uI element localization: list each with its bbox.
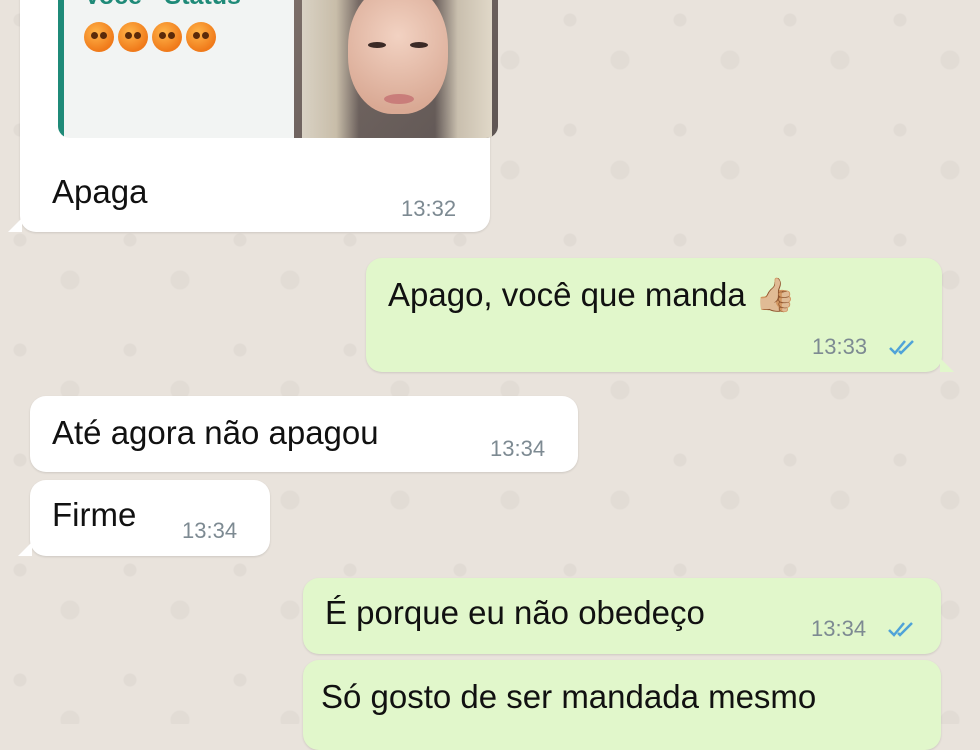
face-illustration — [348, 0, 448, 114]
message-text: Apago, você que manda 👍🏼 — [388, 276, 797, 313]
quoted-status-thumbnail[interactable] — [294, 0, 498, 138]
message-time: 13:34 — [811, 616, 867, 641]
message-bubble-incoming[interactable]: Você • Status Apaga 13:32 — [8, 0, 498, 232]
quote-accent-bar — [58, 0, 64, 138]
message-text: Até agora não apagou — [52, 414, 379, 451]
angry-face-icon — [84, 22, 114, 52]
message-bubble-outgoing[interactable]: Só gosto de ser mandada mesmo — [303, 660, 941, 750]
angry-face-icon — [186, 22, 216, 52]
quoted-author: Você • Status — [84, 0, 241, 11]
message-text: Só gosto de ser mandada mesmo — [321, 678, 817, 715]
angry-face-icon — [118, 22, 148, 52]
message-bubble-outgoing[interactable]: Apago, você que manda 👍🏼 13:33 — [366, 258, 954, 372]
message-text: É porque eu não obedeço — [325, 594, 705, 631]
message-time: 13:32 — [401, 196, 457, 221]
message-text: Firme — [52, 496, 137, 533]
message-time: 13:34 — [490, 436, 546, 461]
message-bubble-outgoing[interactable]: É porque eu não obedeço 13:34 — [303, 578, 941, 654]
double-check-read-icon — [888, 622, 913, 637]
angry-face-icon — [152, 22, 182, 52]
message-time: 13:34 — [182, 518, 238, 543]
message-bubble-incoming[interactable]: Firme 13:34 — [18, 480, 270, 556]
message-time: 13:33 — [812, 334, 868, 359]
message-bubble-incoming[interactable]: Até agora não apagou 13:34 — [30, 396, 578, 472]
quoted-emoji-row — [84, 22, 216, 52]
quoted-status[interactable]: Você • Status — [58, 0, 498, 138]
message-text: Apaga — [52, 173, 148, 210]
double-check-read-icon — [889, 340, 914, 355]
